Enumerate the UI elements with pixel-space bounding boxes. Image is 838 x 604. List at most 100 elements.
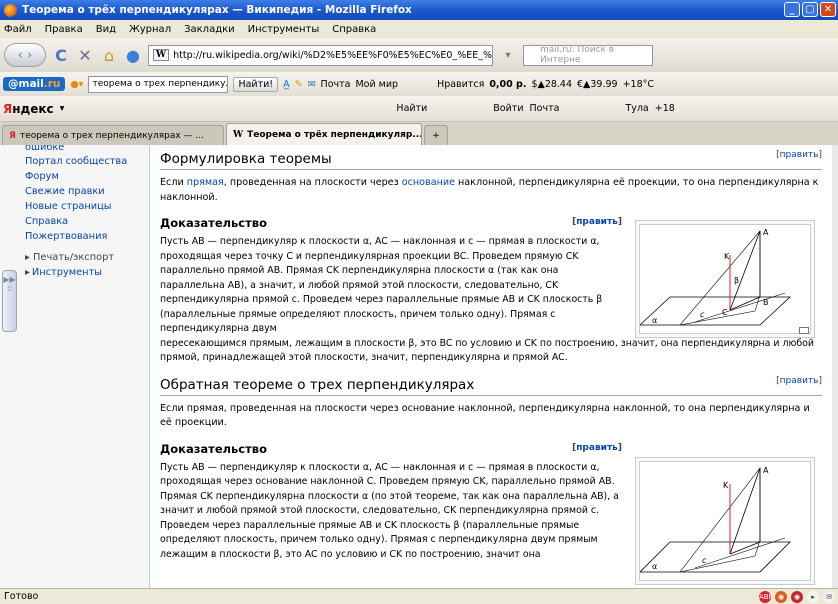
tab-label: теорема о трех перпендикулярах — ... <box>19 130 204 141</box>
menu-file[interactable]: Файл <box>4 24 32 35</box>
search-engine-icon[interactable]: ●▾ <box>70 79 83 90</box>
article-content: Формулировка теоремы править Если прямая… <box>149 145 832 588</box>
close-window-button[interactable]: ✕ <box>820 2 836 17</box>
label-B: B <box>763 298 769 307</box>
tab-label: Теорема о трёх перпендикуляр... <box>247 129 422 140</box>
link-line[interactable]: прямая <box>187 177 224 188</box>
minimize-button[interactable]: _ <box>784 2 800 17</box>
diagram-figure[interactable]: A K c α <box>635 457 815 585</box>
font-size-icon[interactable]: A̲ <box>283 79 290 90</box>
proof-title: Доказательство <box>160 216 267 230</box>
diagram-figure[interactable]: A K B C c α β <box>635 220 815 338</box>
mail-icon[interactable]: ✉ <box>308 79 316 90</box>
menu-help[interactable]: Справка <box>332 24 376 35</box>
address-bar[interactable]: W http://ru.wikipedia.org/wiki/%D2%E5%EE… <box>148 44 493 66</box>
edit-section-link[interactable]: править <box>572 214 622 230</box>
label-alpha: α <box>652 316 657 325</box>
yandex-mail-link[interactable]: Почта <box>530 103 560 114</box>
converse-diagram: A K c α <box>639 466 791 573</box>
text-fragment: Если <box>160 177 187 188</box>
converse-statement: Если прямая, проведенная на плоскости че… <box>160 402 810 429</box>
sidebar-tools[interactable]: ▸ Инструменты <box>25 265 147 280</box>
sidebar-item-donate[interactable]: Пожертвования <box>25 229 147 244</box>
menu-view[interactable]: Вид <box>96 24 116 35</box>
maximize-button[interactable]: ▢ <box>802 2 818 17</box>
page-dropdown-icon[interactable]: ▾ <box>499 50 517 61</box>
mailru-logo[interactable]: @mail.ru <box>3 77 66 91</box>
url-text: http://ru.wikipedia.org/wiki/%D2%E5%EE%F… <box>173 49 493 61</box>
sidebar-item-new-pages[interactable]: Новые страницы <box>25 199 147 214</box>
edit-section-link[interactable]: править <box>776 370 822 392</box>
sidebar-print-label: Печать/экспорт <box>33 252 115 263</box>
back-forward-button[interactable]: ‹ › <box>4 43 46 67</box>
tab-yandex-search[interactable]: Я теорема о трех перпендикулярах — ... <box>2 125 224 145</box>
navigation-toolbar: ‹ › C ✕ ⌂ ● W http://ru.wikipedia.org/wi… <box>0 38 838 72</box>
yandex-city[interactable]: Тула <box>625 103 648 114</box>
yandex-find-button[interactable]: Найти <box>396 103 427 114</box>
menu-tools[interactable]: Инструменты <box>248 24 320 35</box>
like-button[interactable]: Нравится <box>437 79 484 90</box>
sidebar-item-report-error[interactable]: ошибке <box>25 145 147 154</box>
side-panel-grip[interactable]: ▶▶ ⁞⁞ <box>2 270 17 332</box>
window-title-bar: Теорема о трёх перпендикулярах — Википед… <box>0 0 838 20</box>
tab-wikipedia[interactable]: W Теорема о трёх перпендикуляр... ✕ <box>226 123 422 145</box>
sidebar-item-portal[interactable]: Портал сообщества <box>25 154 147 169</box>
mailru-toolbar: @mail.ru ●▾ теорема о трех перпендикуля … <box>0 72 838 96</box>
yandex-login-link[interactable]: Войти <box>493 103 523 114</box>
label-C: C <box>722 308 728 317</box>
vertical-scrollbar[interactable] <box>832 145 838 588</box>
section-title: Обратная теореме о трех перпендикулярах <box>160 376 475 393</box>
text-fragment: , проведенная на плоскости через <box>223 177 402 188</box>
enlarge-icon[interactable] <box>799 327 809 334</box>
expanded-arrow-icon: ▸ <box>25 267 30 278</box>
wikipedia-tab-icon: W <box>233 129 244 140</box>
label-alpha: α <box>652 562 657 571</box>
reload-icon[interactable]: C <box>52 46 70 65</box>
yandex-bar-icon[interactable]: ● <box>124 46 142 65</box>
theorem-statement: Если прямая, проведенная на плоскости че… <box>160 176 822 205</box>
addon-icon[interactable]: ◉ <box>775 590 787 603</box>
sidebar-item-help[interactable]: Справка <box>25 214 147 229</box>
edit-section-link[interactable]: править <box>572 440 622 456</box>
collapsed-arrow-icon: ▸ <box>25 252 34 263</box>
section-heading-theorem: Формулировка теоремы править <box>160 148 822 170</box>
stop-icon[interactable]: ✕ <box>76 46 94 65</box>
new-tab-button[interactable]: + <box>424 125 448 145</box>
mail-link[interactable]: Почта <box>321 79 351 90</box>
link-base[interactable]: основание <box>402 177 455 188</box>
myworld-link[interactable]: Мой мир <box>355 79 398 90</box>
sidebar-item-recent-changes[interactable]: Свежие правки <box>25 184 147 199</box>
menu-bar: Файл Правка Вид Журнал Закладки Инструме… <box>0 20 838 38</box>
mailru-find-button[interactable]: Найти! <box>233 76 279 92</box>
yandex-menu-icon[interactable]: ▾ <box>60 103 65 114</box>
home-icon[interactable]: ⌂ <box>100 46 118 65</box>
mailru-logo-b: .ru <box>43 78 61 90</box>
usd-rate: $▲28.44 <box>531 78 573 90</box>
converse-proof-paragraph: Пусть AB — перпендикуляр к плоскости α, … <box>160 461 619 560</box>
menu-history[interactable]: Журнал <box>129 24 171 35</box>
mail-icon[interactable]: ✉ <box>823 590 835 603</box>
mailru-logo-a: @mail <box>8 78 44 90</box>
yandex-favicon-icon: Я <box>9 130 16 141</box>
highlight-icon[interactable]: ✎ <box>295 79 303 90</box>
three-perpendiculars-diagram: A K B C c α β <box>638 228 792 326</box>
label-c: c <box>702 556 707 565</box>
mailru-search-input[interactable]: теорема о трех перпендикуля <box>88 75 229 93</box>
search-input[interactable]: mail.ru: Поиск в Интерне <box>523 44 653 66</box>
label-A: A <box>763 466 769 475</box>
proof-heading: Доказательство править <box>160 215 622 231</box>
weather-widget[interactable]: +18°C <box>623 79 654 90</box>
money-balance[interactable]: 0,00 р. <box>489 79 526 90</box>
cursor-icon[interactable]: ▸ <box>807 590 819 603</box>
sidebar-item-forum[interactable]: Форум <box>25 169 147 184</box>
edit-section-link[interactable]: править <box>776 145 822 166</box>
addon-icon[interactable]: ◉ <box>791 590 803 603</box>
proof-heading: Доказательство править <box>160 441 622 457</box>
sidebar-print-export[interactable]: ▸ Печать/экспорт <box>25 250 147 265</box>
adblock-icon[interactable]: ABP <box>759 590 773 603</box>
wikipedia-favicon-icon: W <box>153 49 170 61</box>
yandex-logo[interactable]: Яндекс <box>3 102 54 116</box>
menu-edit[interactable]: Правка <box>45 24 83 35</box>
menu-bookmarks[interactable]: Закладки <box>184 24 235 35</box>
yandex-logo-a: Я <box>3 101 13 116</box>
